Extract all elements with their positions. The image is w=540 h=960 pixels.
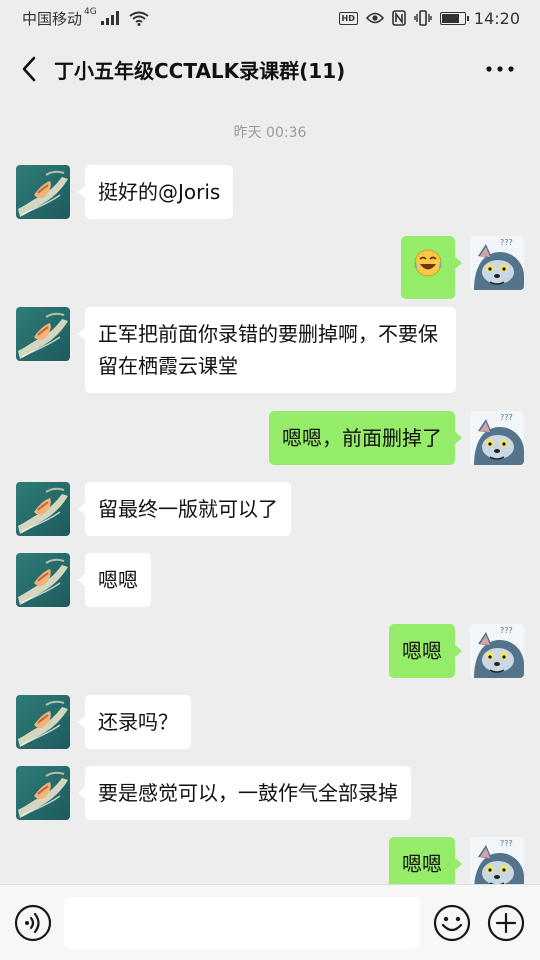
sender-avatar[interactable] [16,695,70,749]
message-bubble-incoming[interactable]: 正军把前面你录错的要删掉啊，不要保留在栖霞云课堂 [78,307,456,393]
message-bubble-outgoing[interactable]: 嗯嗯 [389,624,462,678]
message-bubble-outgoing[interactable]: 嗯嗯 [389,837,462,884]
message-list[interactable]: 昨天 00:36 挺好的@Joris 正军把前面你录错的要删掉啊，不要保留在栖霞… [0,102,540,884]
sender-avatar[interactable] [16,307,70,361]
hd-badge: HD [338,11,358,25]
vibrate-icon [414,10,432,26]
sender-avatar[interactable] [16,165,70,219]
input-bar [0,884,540,960]
message-bubble-outgoing[interactable] [401,236,462,299]
status-left: 中国移动 4G [22,7,149,29]
my-avatar[interactable] [470,411,524,465]
network-type: 4G [84,7,97,17]
sender-avatar[interactable] [16,482,70,536]
sender-avatar[interactable] [16,553,70,607]
status-right: HD 14:20 [338,8,520,28]
chat-title: 丁小五年级CCTALK录课群(11) [54,58,346,83]
back-button[interactable] [14,49,44,89]
my-avatar[interactable] [470,236,524,290]
message-bubble-incoming[interactable]: 挺好的@Joris [77,165,234,219]
chat-header: 丁小五年级CCTALK录课群(11) [0,36,540,102]
battery-icon [439,11,469,25]
sender-avatar[interactable] [16,766,70,820]
status-bar: 中国移动 4G HD 14:20 [0,0,540,36]
message-input[interactable] [64,896,420,949]
message-bubble-incoming[interactable]: 还录吗？ [78,695,191,749]
message-bubble-incoming[interactable]: 嗯嗯 [78,553,151,607]
message-bubble-incoming[interactable]: 留最终一版就可以了 [78,482,291,536]
emoji-button[interactable] [432,903,472,943]
eye-icon [365,12,384,24]
wifi-icon [129,11,149,26]
voice-button[interactable] [14,903,52,943]
my-avatar[interactable] [470,624,524,678]
chat-timestamp: 昨天 00:36 [233,125,307,141]
plus-icon [487,904,525,941]
nfc-icon [392,10,406,26]
laughing-crying-emoji [414,249,442,277]
message-bubble-outgoing[interactable]: 嗯嗯，前面删掉了 [269,411,462,465]
my-avatar[interactable] [470,837,524,884]
input-actions [432,903,526,943]
status-time: 14:20 [473,8,520,28]
more-functions-button[interactable] [486,903,526,943]
voice-icon [14,904,52,941]
more-dots-icon [486,66,514,72]
more-options-button[interactable] [480,49,520,89]
signal-icon [100,11,119,25]
carrier-name: 中国移动 [22,9,83,28]
emoji-icon [433,904,471,941]
chevron-left-icon [22,56,36,82]
message-bubble-incoming[interactable]: 要是感觉可以，一鼓作气全部录掉 [78,766,411,820]
